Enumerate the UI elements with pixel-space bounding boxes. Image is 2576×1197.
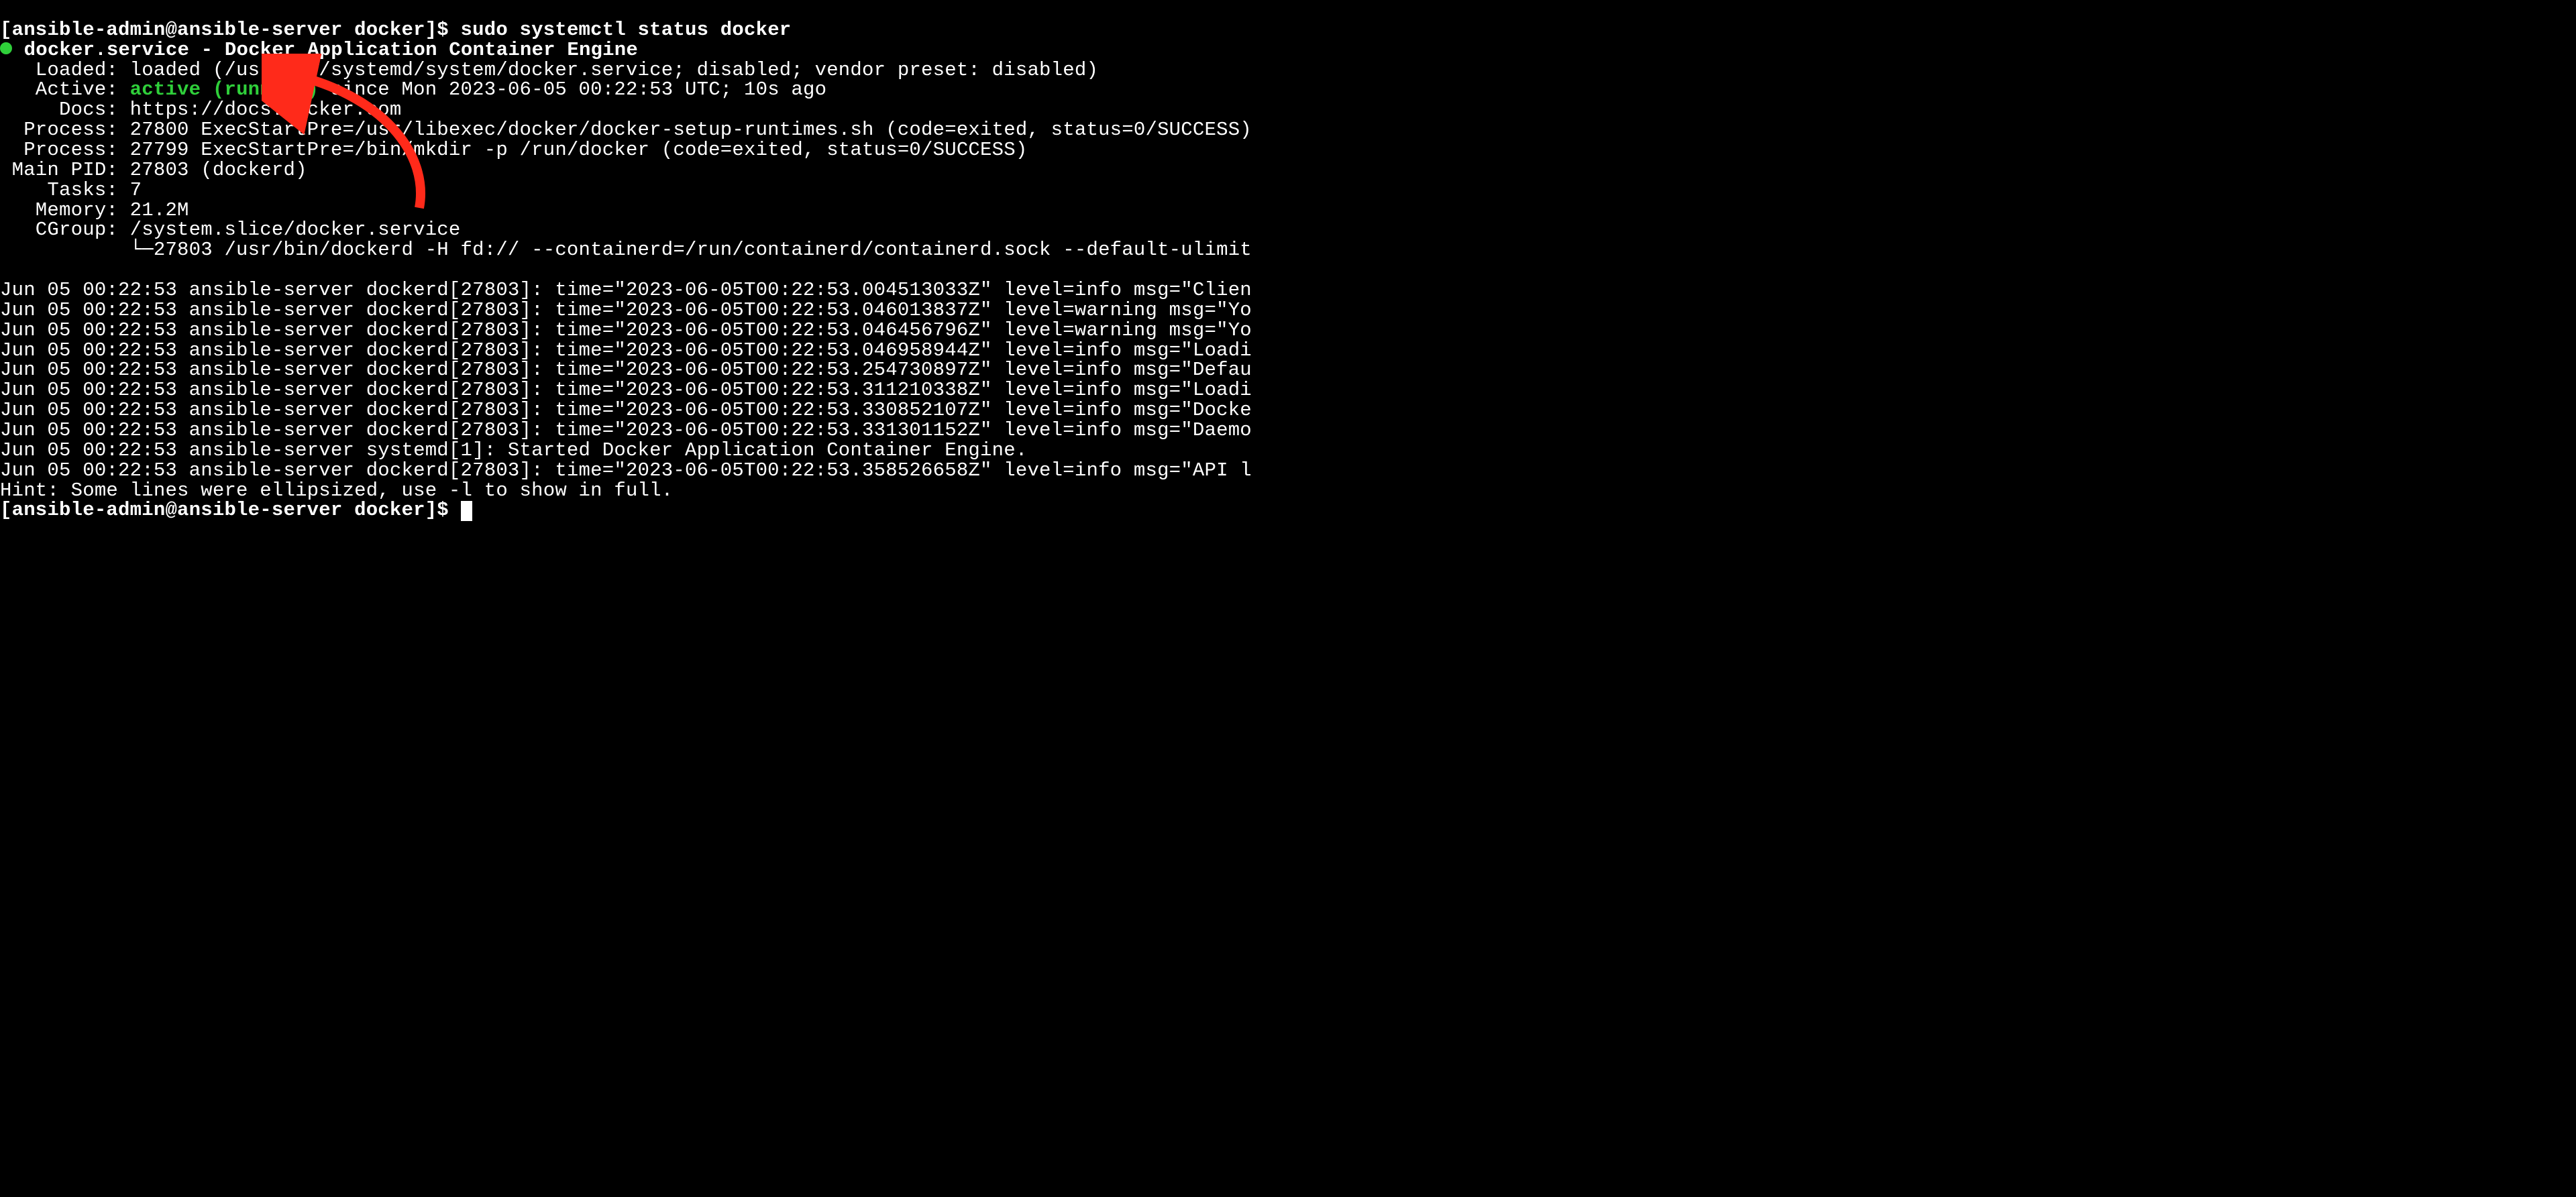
log-line: Jun 05 00:22:53 ansible-server dockerd[2… bbox=[0, 339, 1252, 361]
log-line: Jun 05 00:22:53 ansible-server dockerd[2… bbox=[0, 459, 1252, 481]
log-line: Jun 05 00:22:53 ansible-server dockerd[2… bbox=[0, 419, 1252, 441]
command-text: sudo systemctl status docker bbox=[461, 19, 792, 41]
hint-line: Hint: Some lines were ellipsized, use -l… bbox=[0, 479, 673, 502]
process-line-2: Process: 27799 ExecStartPre=/bin/mkdir -… bbox=[0, 139, 1027, 161]
log-line: Jun 05 00:22:53 ansible-server dockerd[2… bbox=[0, 279, 1252, 301]
active-since: since Mon 2023-06-05 00:22:53 UTC; 10s a… bbox=[319, 78, 826, 101]
log-line: Jun 05 00:22:53 ansible-server dockerd[2… bbox=[0, 399, 1252, 421]
shell-prompt: [ansible-admin@ansible-server docker]$ bbox=[0, 19, 461, 41]
service-header: docker.service - Docker Application Cont… bbox=[24, 39, 638, 61]
tasks-line: Tasks: 7 bbox=[0, 179, 142, 201]
gap bbox=[12, 39, 24, 61]
cgroup-line: CGroup: /system.slice/docker.service bbox=[0, 219, 461, 241]
log-line: Jun 05 00:22:53 ansible-server dockerd[2… bbox=[0, 299, 1252, 321]
shell-prompt: [ansible-admin@ansible-server docker]$ bbox=[0, 499, 461, 521]
memory-line: Memory: 21.2M bbox=[0, 199, 189, 221]
main-pid-line: Main PID: 27803 (dockerd) bbox=[0, 159, 307, 181]
log-line: Jun 05 00:22:53 ansible-server dockerd[2… bbox=[0, 359, 1252, 381]
cursor-icon bbox=[461, 501, 472, 521]
loaded-line: Loaded: loaded (/usr/lib/systemd/system/… bbox=[0, 59, 1098, 81]
active-label: Active: bbox=[0, 78, 130, 101]
active-status: active (running) bbox=[130, 78, 319, 101]
process-line-1: Process: 27800 ExecStartPre=/usr/libexec… bbox=[0, 119, 1252, 141]
log-line: Jun 05 00:22:53 ansible-server dockerd[2… bbox=[0, 319, 1252, 341]
status-dot-icon bbox=[0, 42, 12, 54]
cgroup-tree-line: └─27803 /usr/bin/dockerd -H fd:// --cont… bbox=[0, 239, 1252, 261]
docs-line: Docs: https://docs.docker.com bbox=[0, 99, 402, 121]
terminal-output[interactable]: [ansible-admin@ansible-server docker]$ s… bbox=[0, 0, 2576, 521]
log-line: Jun 05 00:22:53 ansible-server dockerd[2… bbox=[0, 379, 1252, 401]
log-line: Jun 05 00:22:53 ansible-server systemd[1… bbox=[0, 439, 1027, 461]
